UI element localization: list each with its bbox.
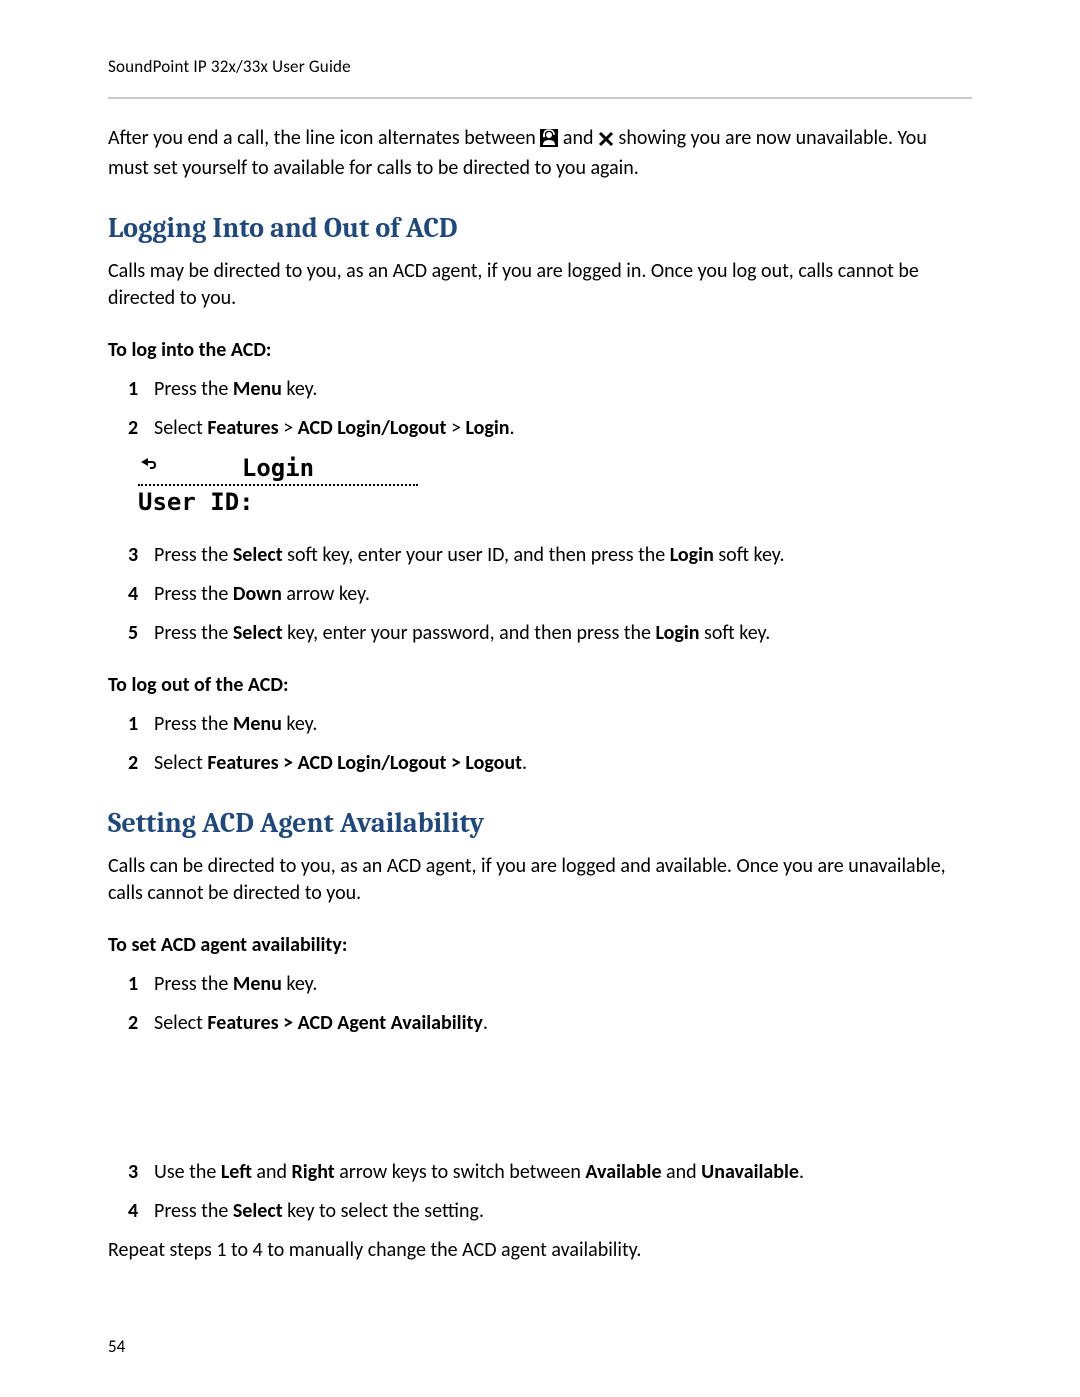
section2-desc: Calls can be directed to you, as an ACD … [108,853,972,907]
phone-screen-line2: User ID: [138,486,418,516]
availability-steps-a: Press the Menu key. Select Features > AC… [108,971,972,1037]
phone-lcd-screenshot: Login User ID: [138,454,418,516]
login-steps-part1: Press the Menu key. Select Features > AC… [108,376,972,442]
list-item: Press the Menu key. [154,711,972,738]
intro-t2: and [563,126,598,150]
list-item: Select Features > ACD Login/Logout > Log… [154,750,972,777]
intro-paragraph: After you end a call, the line icon alte… [108,125,972,182]
spacer [108,1049,972,1159]
logout-steps: Press the Menu key. Select Features > AC… [108,711,972,777]
section1-desc: Calls may be directed to you, as an ACD … [108,258,972,312]
intro-t1: After you end a call, the line icon alte… [108,126,540,150]
availability-title: To set ACD agent availability: [108,933,972,957]
agent-available-icon [540,128,558,155]
list-item: Press the Down arrow key. [154,581,972,608]
login-title: To log into the ACD: [108,338,972,362]
logout-title: To log out of the ACD: [108,673,972,697]
phone-screen-title: Login [160,454,418,482]
list-item: Press the Select key to select the setti… [154,1198,972,1225]
list-item: Press the Select soft key, enter your us… [154,542,972,569]
page-number: 54 [108,1336,125,1357]
list-item: Use the Left and Right arrow keys to swi… [154,1159,972,1186]
list-item: Select Features > ACD Login/Logout > Log… [154,415,972,442]
list-item: Press the Menu key. [154,376,972,403]
heading-availability: Setting ACD Agent Availability [108,807,972,839]
heading-logging-acd: Logging Into and Out of ACD [108,212,972,244]
x-icon [598,128,614,155]
closing-paragraph: Repeat steps 1 to 4 to manually change t… [108,1237,972,1264]
login-steps-part2: Press the Select soft key, enter your us… [108,542,972,647]
back-arrow-icon [138,456,160,481]
header: SoundPoint IP 32x/33x User Guide [108,56,972,99]
availability-steps-b: Use the Left and Right arrow keys to swi… [108,1159,972,1225]
page: SoundPoint IP 32x/33x User Guide After y… [0,0,1080,1397]
header-title: SoundPoint IP 32x/33x User Guide [108,56,351,77]
list-item: Press the Select key, enter your passwor… [154,620,972,647]
list-item: Select Features > ACD Agent Availability… [154,1010,972,1037]
list-item: Press the Menu key. [154,971,972,998]
